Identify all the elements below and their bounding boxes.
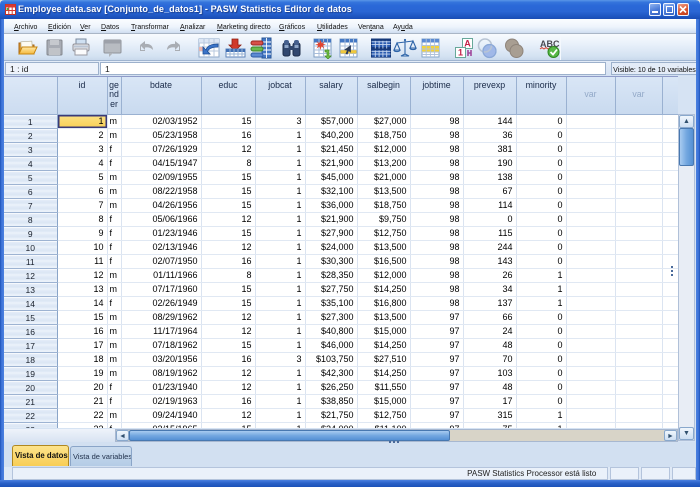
svg-text:1: 1 (458, 48, 463, 58)
